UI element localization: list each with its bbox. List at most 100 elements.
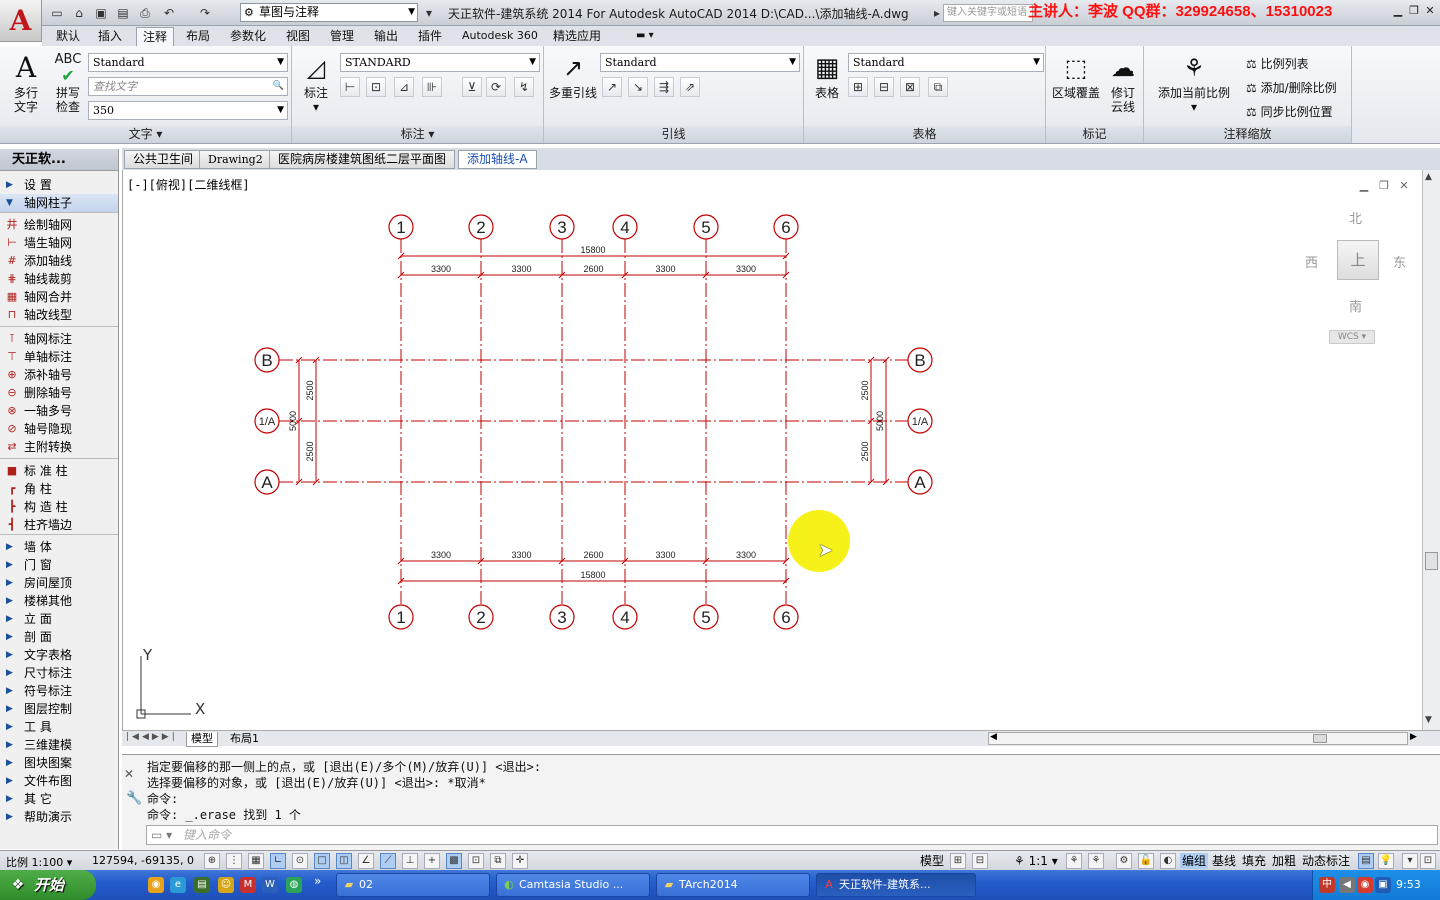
side-menu-command[interactable]: 井绘制轴网 [0, 216, 118, 234]
dim-update-icon[interactable]: ⟳ [486, 77, 506, 97]
3d-osnap-icon[interactable]: ◫ [336, 853, 352, 869]
doc-tab-active[interactable]: 添加轴线-A [458, 150, 537, 169]
doc-tab[interactable]: 公共卫生间 [124, 150, 203, 169]
side-menu-command[interactable]: ⊕ 添补轴号 [0, 366, 118, 384]
tab-featured-apps[interactable]: 精选应用 [547, 27, 607, 46]
tab-layout1[interactable]: 布局1 [226, 732, 263, 746]
download-data-icon[interactable]: ⊠ [900, 77, 920, 97]
isolate-icon[interactable]: ◐ [1160, 853, 1176, 869]
scroll-down-icon[interactable]: ▼ [1425, 715, 1432, 725]
workspace-select[interactable]: ⚙ 草图与注释 ▼ [240, 3, 418, 22]
vertical-scrollbar[interactable]: ▲ ▼ [1422, 170, 1440, 730]
markup-panel-title[interactable]: 标记 [1046, 126, 1143, 143]
toggle-dynamic-dim[interactable]: 动态标注 [1300, 853, 1352, 869]
toggle-baseline[interactable]: 基线 [1210, 853, 1238, 869]
text-style-select[interactable]: Standard ▼ [88, 53, 288, 72]
search-input[interactable]: 键入关键字或短语 [943, 4, 1033, 22]
ortho-mode-icon[interactable]: ∟ [270, 853, 286, 869]
toggle-fill[interactable]: 填充 [1240, 853, 1268, 869]
scale-list-button[interactable]: ⚖ 比例列表 [1246, 55, 1309, 72]
side-menu-command[interactable]: ┣ 构 造 柱 [0, 498, 118, 516]
anno-monitor-icon[interactable]: ✛ [512, 853, 528, 869]
ribbon-options-icon[interactable]: ▬ ▾ [630, 27, 660, 46]
snap-mode-icon[interactable]: ⋮ [226, 853, 242, 869]
upload-data-icon[interactable]: ⧉ [928, 77, 948, 97]
close-icon[interactable]: ✕ [1422, 4, 1438, 18]
side-menu-command[interactable]: ⊺ 轴网标注 [0, 330, 118, 348]
side-menu-group[interactable]: ▶ 楼梯其他 [0, 592, 118, 610]
task-folder-02[interactable]: ▰ 02 [336, 873, 490, 897]
save-icon[interactable]: ▣ [92, 4, 110, 22]
statusbar-menu-icon[interactable]: ▾ [1402, 853, 1418, 869]
drawing-scale[interactable]: 比例 1:100 ▾ [6, 854, 72, 870]
side-menu-group[interactable]: ▶ 帮助演示 [0, 808, 118, 826]
tab-annotate[interactable]: 注释 [136, 27, 175, 46]
quick-props-icon[interactable]: ⊡ [468, 853, 484, 869]
side-menu-group[interactable]: ▶ 其 它 [0, 790, 118, 808]
side-menu-title[interactable]: 天正软... [0, 149, 118, 171]
application-menu-button[interactable]: A [0, 0, 42, 42]
tab-plugins[interactable]: 插件 [412, 27, 448, 46]
doc-tab[interactable]: Drawing2 [199, 150, 272, 169]
side-menu-group[interactable]: ▶ 立 面 [0, 610, 118, 628]
dyn-input-icon[interactable]: ⊥ [402, 853, 418, 869]
side-menu-command[interactable]: ⋕ 轴线裁剪 [0, 270, 118, 288]
text-height-select[interactable]: 350 ▼ [88, 101, 288, 120]
side-menu-group[interactable]: ▶ 房间屋顶 [0, 574, 118, 592]
scaling-panel-title[interactable]: 注释缩放 [1144, 126, 1351, 143]
tab-autodesk-360[interactable]: Autodesk 360 [456, 27, 544, 46]
wipeout-button[interactable]: ⬚ 区域覆盖 [1050, 52, 1102, 100]
save-as-icon[interactable]: ▤ [114, 4, 132, 22]
add-current-scale-button[interactable]: ⚘ 添加当前比例 ▾ [1154, 52, 1234, 114]
coordinate-readout[interactable]: 127594, -69135, 0 [92, 854, 194, 867]
axis-grid-drawing[interactable]: 1 1 2 2 3 3 4 4 5 5 6 6 B B 1/A 1/A A A 15800 3300 3300 2600 3… [123, 170, 1423, 730]
infer-constraints-icon[interactable]: ⊕ [204, 853, 220, 869]
mtext-button[interactable]: A 多行 文字 [8, 52, 44, 115]
dim-continue-icon[interactable]: ⊪ [422, 77, 442, 97]
undo-icon[interactable]: ↶ [160, 4, 178, 22]
browser-icon[interactable]: ◉ [148, 877, 164, 893]
side-menu-command[interactable]: ⊘ 轴号隐现 [0, 420, 118, 438]
network-icon[interactable]: ▣ [1375, 877, 1391, 893]
new-icon[interactable]: ▭ [48, 4, 66, 22]
doc-tab[interactable]: 医院病房楼建筑图纸二层平面图 [269, 150, 456, 169]
clean-screen-icon[interactable]: ⊡ [1420, 853, 1436, 869]
quick-view-icon[interactable]: ⊟ [972, 853, 988, 869]
side-menu-group[interactable]: ▶ 符号标注 [0, 682, 118, 700]
horizontal-scrollbar[interactable] [988, 732, 1408, 745]
close-icon[interactable]: ✕ [124, 767, 134, 781]
side-menu-command[interactable]: ┏ 角 柱 [0, 480, 118, 498]
antivirus-icon[interactable]: ◉ [1357, 877, 1373, 893]
side-menu-command[interactable]: ⊓ 轴改线型 [0, 306, 118, 324]
start-button[interactable]: ❖ 开始 [0, 870, 96, 900]
task-tangent[interactable]: A 天正软件-建筑系... [816, 873, 976, 897]
tab-model[interactable]: 模型 [186, 732, 218, 747]
revcloud-button[interactable]: ☁ 修订 云线 [1106, 52, 1140, 114]
tab-manage[interactable]: 管理 [324, 27, 360, 46]
more-icon[interactable]: » [314, 874, 321, 888]
toggle-bold[interactable]: 加粗 [1270, 853, 1298, 869]
layout-view-icon[interactable]: ⊞ [950, 853, 966, 869]
side-menu-command[interactable]: ■ 标 准 柱 [0, 462, 118, 480]
scroll-up-icon[interactable]: ▲ [1425, 172, 1432, 182]
side-menu-command[interactable]: ⊖ 删除轴号 [0, 384, 118, 402]
side-menu-group[interactable]: ▶ 剖 面 [0, 628, 118, 646]
add-leader-icon[interactable]: ↗ [602, 77, 622, 97]
task-camtasia[interactable]: ◐ Camtasia Studio ... [496, 873, 650, 897]
side-menu-command[interactable]: ⊤ 单轴标注 [0, 348, 118, 366]
tab-view[interactable]: 视图 [280, 27, 316, 46]
back-icon[interactable]: ◀ [1339, 877, 1355, 893]
object-snap-icon[interactable]: □ [314, 853, 330, 869]
polar-tracking-icon[interactable]: ⊙ [292, 853, 308, 869]
word-icon[interactable]: W [262, 877, 278, 893]
multileader-button[interactable]: ↗ 多重引线 [548, 52, 598, 100]
dim-linear-icon[interactable]: ⊢ [340, 77, 360, 97]
side-menu-command[interactable]: ⊢ 墙生轴网 [0, 234, 118, 252]
link-data-icon[interactable]: ⊟ [874, 77, 894, 97]
tab-parametric[interactable]: 参数化 [224, 27, 272, 46]
selection-cycling-icon[interactable]: ⧉ [490, 853, 506, 869]
ie-icon[interactable]: e [170, 877, 186, 893]
drawing-viewport[interactable]: [-][俯视][二维线框] ▁ ❐ ✕ 北 西 东 南 上 WCS ▾ 1122… [122, 170, 1422, 730]
mleader-style-select[interactable]: Standard ▼ [600, 53, 800, 72]
layout-nav-icon[interactable]: |◀◀▶▶| [126, 732, 178, 742]
